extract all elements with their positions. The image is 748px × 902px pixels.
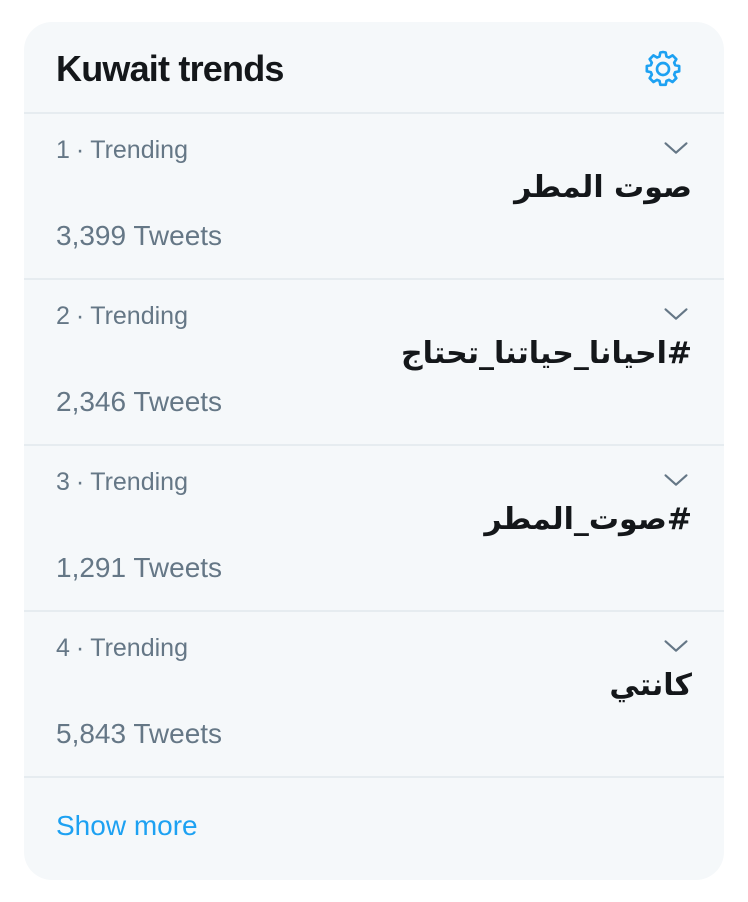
trend-name: صوت المطر — [514, 170, 692, 205]
trend-tweet-count: 2,346 Tweets — [56, 386, 223, 417]
settings-button[interactable] — [642, 48, 684, 90]
trend-options-button[interactable] — [658, 628, 694, 664]
trend-rank: 3 — [56, 468, 70, 496]
trend-tweet-count: 1,291 Tweets — [56, 552, 223, 583]
trend-separator: · — [75, 468, 85, 496]
trend-meta: 4 · Trending — [56, 634, 188, 663]
trend-meta: 3 · Trending — [56, 468, 188, 497]
trend-item[interactable]: 4 · Trending كانتي 5,843 Tweets — [24, 612, 724, 778]
trend-context: Trending — [90, 136, 188, 164]
trend-name: #احيانا_حياتنا_تحتاج — [400, 336, 692, 371]
trends-header: Kuwait trends — [24, 22, 724, 114]
trend-meta: 1 · Trending — [56, 136, 188, 165]
gear-icon — [645, 50, 681, 87]
trend-name: #صوت_المطر — [484, 502, 692, 537]
trend-options-button[interactable] — [658, 462, 694, 498]
trend-name: كانتي — [609, 668, 692, 703]
show-more-link[interactable]: Show more — [56, 810, 198, 842]
trend-tweet-count: 5,843 Tweets — [56, 718, 223, 749]
chevron-down-icon — [664, 308, 688, 320]
chevron-down-icon — [664, 142, 688, 154]
trend-rank: 2 — [56, 302, 70, 330]
trend-tweet-count: 3,399 Tweets — [56, 220, 223, 251]
trend-meta: 2 · Trending — [56, 302, 188, 331]
trends-card: Kuwait trends 1 · Trending صوت المطر 3,399… — [24, 22, 724, 880]
chevron-down-icon — [664, 640, 688, 652]
trend-separator: · — [75, 136, 85, 164]
trend-item[interactable]: 3 · Trending #صوت_المطر 1,291 Tweets — [24, 446, 724, 612]
trend-separator: · — [75, 634, 85, 662]
trend-separator: · — [75, 302, 85, 330]
trends-title: Kuwait trends — [56, 48, 284, 89]
trend-rank: 4 — [56, 634, 70, 662]
trend-context: Trending — [90, 302, 188, 330]
chevron-down-icon — [664, 474, 688, 486]
trend-item[interactable]: 1 · Trending صوت المطر 3,399 Tweets — [24, 114, 724, 280]
trend-options-button[interactable] — [658, 296, 694, 332]
trend-options-button[interactable] — [658, 130, 694, 166]
trend-item[interactable]: 2 · Trending #احيانا_حياتنا_تحتاج 2,346 Tw… — [24, 280, 724, 446]
trend-context: Trending — [90, 634, 188, 662]
trend-context: Trending — [90, 468, 188, 496]
trend-rank: 1 — [56, 136, 70, 164]
